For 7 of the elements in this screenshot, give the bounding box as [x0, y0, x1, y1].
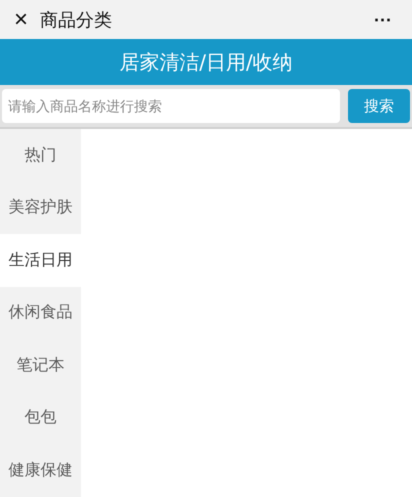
category-item[interactable]: 生活日用 — [0, 234, 81, 286]
search-button[interactable]: 搜索 — [348, 89, 410, 123]
category-title: 居家清洁/日用/收纳 — [119, 48, 293, 76]
window-title: 商品分类 — [40, 8, 114, 32]
more-button[interactable]: ··· — [368, 10, 398, 28]
search-field[interactable]: 请输入商品名称进行搜索 — [2, 89, 340, 123]
close-button[interactable]: × — [8, 8, 34, 32]
